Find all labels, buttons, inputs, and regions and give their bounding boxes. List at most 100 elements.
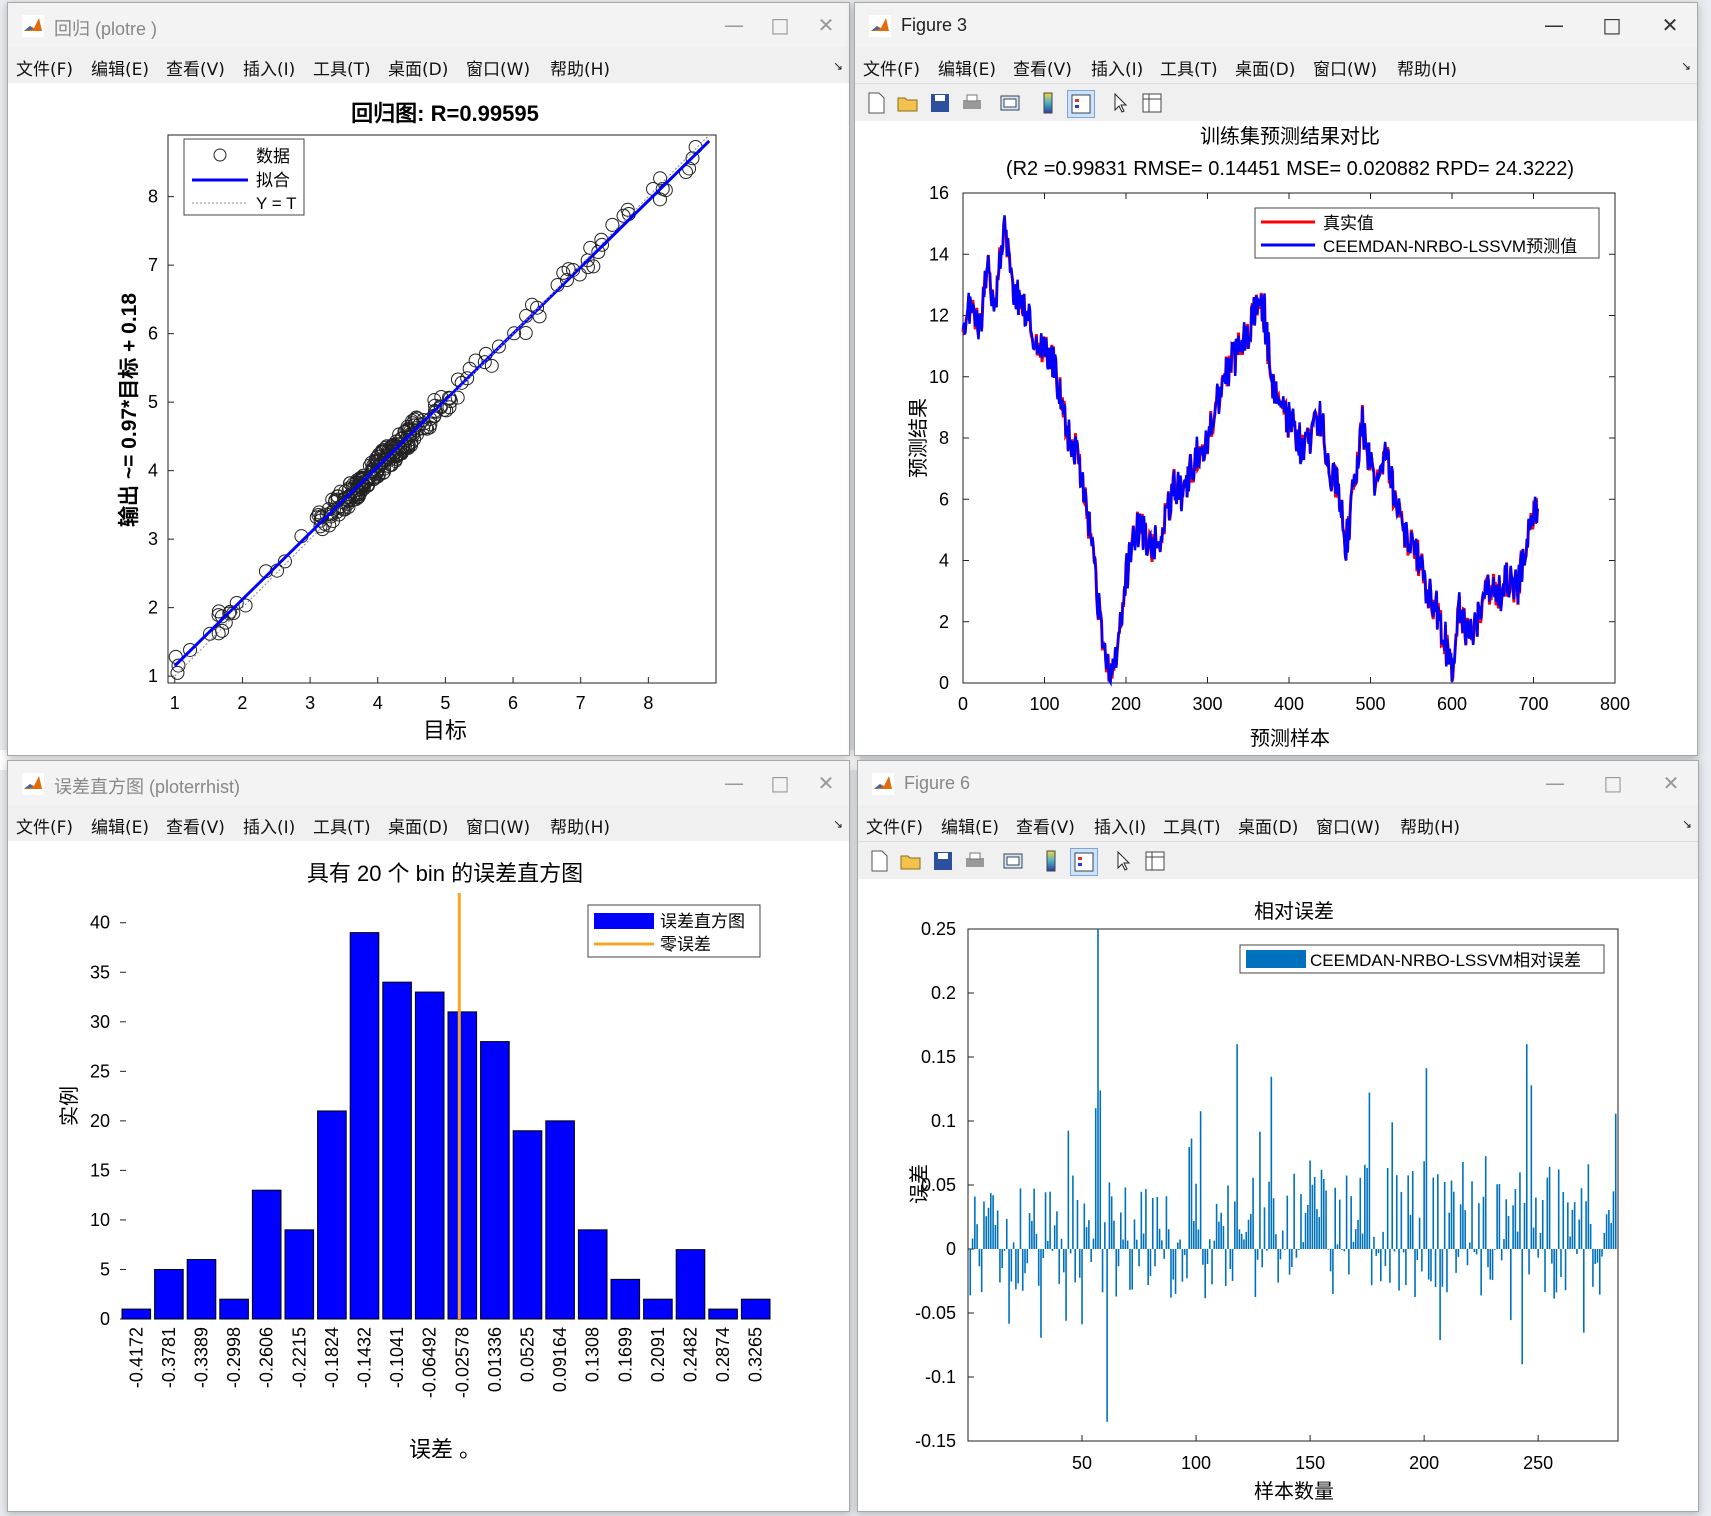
- menu-desktop[interactable]: 桌面(D): [388, 55, 448, 80]
- title-bar[interactable]: 回归 (plotre ) — □ ✕: [8, 3, 849, 47]
- menu-edit[interactable]: 编辑(E): [941, 813, 999, 838]
- menu-help[interactable]: 帮助(H): [1397, 55, 1457, 80]
- error-histogram-window[interactable]: 误差直方图 (ploterrhist) — □ ✕ 文件(F) 编辑(E) 查看…: [7, 760, 850, 1512]
- new-file-icon[interactable]: [866, 848, 892, 874]
- error-bar: [1500, 1249, 1503, 1261]
- property-inspector-icon[interactable]: [1142, 848, 1168, 874]
- error-bar: [1238, 1229, 1241, 1249]
- minimize-icon[interactable]: —: [1532, 767, 1578, 799]
- regression-window[interactable]: 回归 (plotre ) — □ ✕ 文件(F) 编辑(E) 查看(V) 插入(…: [7, 2, 850, 756]
- menu-edit[interactable]: 编辑(E): [938, 55, 996, 80]
- menu-window[interactable]: 窗口(W): [466, 813, 530, 838]
- error-bar: [1316, 1209, 1318, 1249]
- error-bar: [1300, 1193, 1302, 1249]
- error-bar: [1172, 1249, 1175, 1280]
- property-inspector-icon[interactable]: [1139, 90, 1165, 116]
- menu-view[interactable]: 查看(V): [166, 813, 225, 838]
- menu-help[interactable]: 帮助(H): [550, 55, 610, 80]
- menu-window[interactable]: 窗口(W): [1313, 55, 1377, 80]
- menu-tools[interactable]: 工具(T): [313, 55, 371, 80]
- maximize-icon[interactable]: □: [1590, 767, 1636, 799]
- menu-dock-arrow-icon[interactable]: ↘: [833, 59, 843, 73]
- open-folder-icon[interactable]: [895, 90, 921, 116]
- menu-window[interactable]: 窗口(W): [466, 55, 530, 80]
- error-bar: [1286, 1195, 1289, 1249]
- menu-desktop[interactable]: 桌面(D): [1238, 813, 1298, 838]
- error-bar: [1297, 1249, 1300, 1250]
- menu-edit[interactable]: 编辑(E): [91, 55, 149, 80]
- close-icon[interactable]: ✕: [803, 9, 849, 41]
- menu-view[interactable]: 查看(V): [166, 55, 225, 80]
- print-icon[interactable]: [962, 848, 988, 874]
- menu-dock-arrow-icon[interactable]: ↘: [833, 817, 843, 831]
- menu-insert[interactable]: 插入(I): [1094, 813, 1146, 838]
- link-plot-icon[interactable]: [1000, 848, 1026, 874]
- menu-insert[interactable]: 插入(I): [1091, 55, 1143, 80]
- error-bar: [1263, 1207, 1266, 1249]
- maximize-icon[interactable]: □: [757, 9, 803, 41]
- pointer-icon[interactable]: [1110, 848, 1136, 874]
- figure3-window[interactable]: Figure 3 — □ ✕ 文件(F) 编辑(E) 查看(V) 插入(I) 工…: [854, 2, 1698, 756]
- close-icon[interactable]: ✕: [1647, 9, 1693, 41]
- error-bar: [992, 1195, 994, 1249]
- menu-file[interactable]: 文件(F): [863, 55, 920, 80]
- menu-dock-arrow-icon[interactable]: ↘: [1682, 817, 1692, 831]
- error-bar: [1021, 1249, 1024, 1291]
- error-bar: [1101, 1249, 1104, 1293]
- title-bar[interactable]: 误差直方图 (ploterrhist) — □ ✕: [8, 761, 849, 805]
- error-bar: [1503, 1239, 1505, 1249]
- error-bar: [1569, 1236, 1571, 1249]
- menu-help[interactable]: 帮助(H): [550, 813, 610, 838]
- menu-tools[interactable]: 工具(T): [313, 813, 371, 838]
- figure-area: 具有 20 个 bin 的误差直方图 0 5 10 15 20 25 30 35 40 -0.4…: [8, 841, 849, 1511]
- menu-help[interactable]: 帮助(H): [1400, 813, 1460, 838]
- menu-view[interactable]: 查看(V): [1013, 55, 1072, 80]
- minimize-icon[interactable]: —: [711, 767, 757, 799]
- menu-tools[interactable]: 工具(T): [1163, 813, 1221, 838]
- menu-window[interactable]: 窗口(W): [1316, 813, 1380, 838]
- menu-insert[interactable]: 插入(I): [243, 813, 295, 838]
- pointer-icon[interactable]: [1107, 90, 1133, 116]
- save-icon[interactable]: [927, 90, 953, 116]
- maximize-icon[interactable]: □: [757, 767, 803, 799]
- menu-tools[interactable]: 工具(T): [1160, 55, 1218, 80]
- menu-file[interactable]: 文件(F): [16, 813, 73, 838]
- close-icon[interactable]: ✕: [1648, 767, 1694, 799]
- x-tick-label: 400: [1274, 694, 1304, 714]
- title-bar[interactable]: Figure 3 — □ ✕: [855, 3, 1697, 47]
- menu-dock-arrow-icon[interactable]: ↘: [1681, 59, 1691, 73]
- title-bar[interactable]: Figure 6 — □ ✕: [858, 761, 1698, 805]
- maximize-icon[interactable]: □: [1589, 9, 1635, 41]
- link-plot-icon[interactable]: [997, 90, 1023, 116]
- close-icon[interactable]: ✕: [803, 767, 849, 799]
- error-bar: [996, 1210, 999, 1249]
- error-bar: [1313, 1177, 1316, 1249]
- minimize-icon[interactable]: —: [711, 9, 757, 41]
- menu-insert[interactable]: 插入(I): [243, 55, 295, 80]
- menu-view[interactable]: 查看(V): [1016, 813, 1075, 838]
- colorbar-icon[interactable]: [1038, 848, 1064, 874]
- menu-desktop[interactable]: 桌面(D): [1235, 55, 1295, 80]
- open-folder-icon[interactable]: [898, 848, 924, 874]
- save-icon[interactable]: [930, 848, 956, 874]
- error-bar: [1177, 1242, 1179, 1249]
- menu-file[interactable]: 文件(F): [16, 55, 73, 80]
- legend-toggle-icon[interactable]: [1067, 90, 1095, 118]
- print-icon[interactable]: [959, 90, 985, 116]
- error-bar: [1037, 1249, 1040, 1286]
- menu-desktop[interactable]: 桌面(D): [388, 813, 448, 838]
- minimize-icon[interactable]: —: [1531, 9, 1577, 41]
- x-tick-label: -0.06492: [420, 1327, 440, 1398]
- menu-bar: 文件(F) 编辑(E) 查看(V) 插入(I) 工具(T) 桌面(D) 窗口(W…: [855, 49, 1697, 81]
- legend-toggle-icon[interactable]: [1070, 848, 1098, 876]
- error-bar: [1318, 1217, 1321, 1249]
- colorbar-icon[interactable]: [1035, 90, 1061, 116]
- error-bar: [1582, 1249, 1585, 1333]
- error-bar: [1608, 1209, 1610, 1249]
- error-bar: [1174, 1249, 1177, 1294]
- menu-file[interactable]: 文件(F): [866, 813, 923, 838]
- x-tick-label: -0.4172: [126, 1327, 146, 1388]
- new-file-icon[interactable]: [863, 90, 889, 116]
- menu-edit[interactable]: 编辑(E): [91, 813, 149, 838]
- figure6-window[interactable]: Figure 6 — □ ✕ 文件(F) 编辑(E) 查看(V) 插入(I) 工…: [857, 760, 1699, 1512]
